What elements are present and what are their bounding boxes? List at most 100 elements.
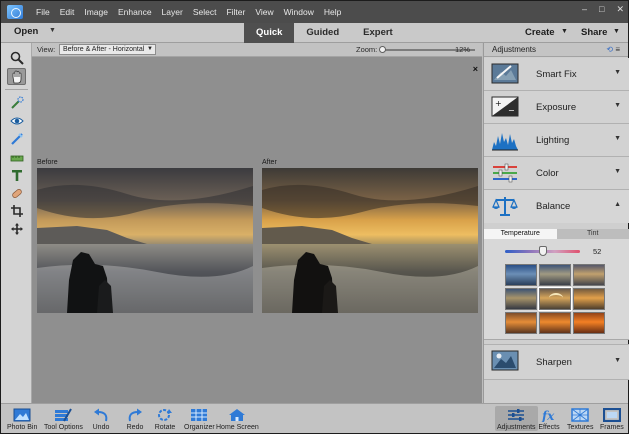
preset-thumbnail-selected[interactable] bbox=[538, 287, 572, 311]
home-screen-icon bbox=[226, 406, 248, 423]
temperature-presets-grid bbox=[505, 264, 607, 336]
tab-quick[interactable]: Quick bbox=[244, 23, 295, 43]
adjustment-label: Color bbox=[536, 168, 559, 179]
lighting-icon bbox=[492, 133, 518, 151]
adjustment-label: Exposure bbox=[536, 102, 577, 113]
chevron-up-icon: ▲ bbox=[614, 201, 621, 208]
adjustment-exposure[interactable]: + − Exposure ▼ bbox=[484, 91, 629, 124]
preset-thumbnail[interactable] bbox=[573, 288, 605, 310]
open-dropdown-caret-icon[interactable]: ▼ bbox=[49, 27, 56, 34]
photo-bin-button[interactable]: Photo Bin bbox=[7, 406, 37, 431]
share-button[interactable]: Share bbox=[581, 27, 607, 38]
crop-tool-icon[interactable] bbox=[7, 202, 26, 219]
temperature-value: 52 bbox=[593, 247, 602, 256]
tool-options-icon bbox=[52, 406, 74, 423]
straighten-tool-icon[interactable] bbox=[7, 148, 26, 165]
chevron-down-icon: ▼ bbox=[147, 46, 153, 52]
adjustments-button[interactable]: Adjustments bbox=[495, 406, 538, 431]
adjustment-balance[interactable]: Balance ▲ bbox=[484, 190, 629, 223]
after-label: After bbox=[262, 159, 277, 166]
tab-guided[interactable]: Guided bbox=[294, 23, 351, 43]
organizer-icon bbox=[188, 406, 210, 423]
adjustments-panel: Adjustments ⟲ ≡ Smart Fix ▼ + − Exposure … bbox=[483, 43, 629, 403]
menu-bar: File Edit Image Enhance Layer Select Fil… bbox=[1, 1, 628, 23]
effects-button[interactable]: fx Effects bbox=[538, 406, 560, 432]
bottom-bar: Photo Bin Tool Options Undo Redo Rotate … bbox=[1, 403, 628, 433]
preset-thumbnail[interactable] bbox=[505, 288, 537, 310]
preset-thumbnail[interactable] bbox=[539, 264, 571, 286]
share-dropdown-caret-icon[interactable]: ▼ bbox=[613, 28, 620, 35]
preset-thumbnail[interactable] bbox=[505, 264, 537, 286]
minimize-button[interactable]: – bbox=[582, 4, 587, 15]
view-select[interactable]: Before & After - Horizontal ▼ bbox=[59, 44, 156, 55]
adjustment-smart-fix[interactable]: Smart Fix ▼ bbox=[484, 58, 629, 91]
tab-expert[interactable]: Expert bbox=[351, 23, 405, 43]
whiten-teeth-tool-icon[interactable] bbox=[7, 130, 26, 147]
redo-button[interactable]: Redo bbox=[124, 406, 146, 431]
close-icon[interactable]: × bbox=[473, 64, 478, 74]
preset-thumbnail[interactable] bbox=[573, 264, 605, 286]
exposure-icon: +− bbox=[491, 96, 519, 117]
toolbox-divider bbox=[5, 89, 28, 90]
create-dropdown-caret-icon[interactable]: ▼ bbox=[561, 28, 568, 35]
red-eye-tool-icon[interactable] bbox=[7, 112, 26, 129]
smart-fix-icon bbox=[491, 63, 519, 84]
organizer-button[interactable]: Organizer bbox=[184, 406, 215, 431]
zoom-slider-thumb[interactable] bbox=[379, 46, 386, 53]
tab-tint[interactable]: Tint bbox=[557, 229, 629, 239]
preset-thumbnail[interactable] bbox=[505, 312, 537, 334]
reset-icon[interactable]: ⟲ bbox=[606, 45, 613, 54]
close-window-button[interactable]: ✕ bbox=[616, 4, 624, 15]
zoom-tool-icon[interactable] bbox=[7, 49, 26, 66]
before-image bbox=[37, 168, 253, 313]
adjustment-lighting[interactable]: Lighting ▼ bbox=[484, 124, 629, 157]
preset-thumbnail[interactable] bbox=[573, 312, 605, 334]
menu-select[interactable]: Select bbox=[188, 7, 222, 17]
home-screen-button[interactable]: Home Screen bbox=[216, 406, 259, 431]
menu-view[interactable]: View bbox=[250, 7, 278, 17]
svg-text:fx: fx bbox=[541, 409, 555, 422]
rotate-icon bbox=[154, 406, 176, 423]
panel-menu-icon[interactable]: ≡ bbox=[615, 45, 620, 54]
quick-selection-tool-icon[interactable] bbox=[7, 94, 26, 111]
temperature-slider-thumb[interactable] bbox=[539, 246, 547, 256]
menu-layer[interactable]: Layer bbox=[157, 7, 188, 17]
balance-icon bbox=[492, 197, 518, 216]
rotate-button[interactable]: Rotate bbox=[154, 406, 176, 431]
frames-icon bbox=[601, 406, 623, 423]
panel-title: Adjustments bbox=[492, 45, 537, 54]
chevron-down-icon: ▼ bbox=[614, 168, 621, 175]
menu-image[interactable]: Image bbox=[79, 7, 113, 17]
chevron-down-icon: ▼ bbox=[614, 135, 621, 142]
color-icon bbox=[493, 163, 517, 183]
before-label: Before bbox=[37, 159, 58, 166]
adjustment-sharpen[interactable]: Sharpen ▼ bbox=[484, 344, 629, 380]
preset-thumbnail[interactable] bbox=[539, 312, 571, 334]
create-button[interactable]: Create bbox=[525, 27, 555, 38]
effects-icon: fx bbox=[538, 406, 560, 423]
tab-temperature[interactable]: Temperature bbox=[484, 229, 557, 239]
tool-options-button[interactable]: Tool Options bbox=[44, 406, 83, 431]
app-window: File Edit Image Enhance Layer Select Fil… bbox=[0, 0, 629, 434]
textures-button[interactable]: Textures bbox=[567, 406, 593, 431]
undo-button[interactable]: Undo bbox=[90, 406, 112, 431]
menu-enhance[interactable]: Enhance bbox=[113, 7, 157, 17]
hand-tool-icon[interactable] bbox=[7, 68, 26, 85]
app-logo-icon bbox=[7, 5, 23, 19]
open-button[interactable]: Open bbox=[14, 26, 38, 37]
type-tool-icon[interactable] bbox=[7, 166, 26, 183]
view-options-bar: View: Before & After - Horizontal ▼ Zoom… bbox=[32, 43, 482, 57]
maximize-button[interactable]: □ bbox=[599, 4, 604, 15]
menu-help[interactable]: Help bbox=[319, 7, 346, 17]
menu-file[interactable]: File bbox=[31, 7, 55, 17]
spot-healing-tool-icon[interactable] bbox=[7, 184, 26, 201]
menu-window[interactable]: Window bbox=[279, 7, 319, 17]
chevron-down-icon: ▼ bbox=[614, 102, 621, 109]
frames-button[interactable]: Frames bbox=[600, 406, 624, 431]
balance-subtabs: Temperature Tint bbox=[484, 229, 629, 239]
menu-edit[interactable]: Edit bbox=[55, 7, 80, 17]
move-tool-icon[interactable] bbox=[7, 220, 26, 237]
adjustment-color[interactable]: Color ▼ bbox=[484, 157, 629, 190]
menu-filter[interactable]: Filter bbox=[221, 7, 250, 17]
panel-header: Adjustments ⟲ ≡ bbox=[484, 43, 628, 57]
